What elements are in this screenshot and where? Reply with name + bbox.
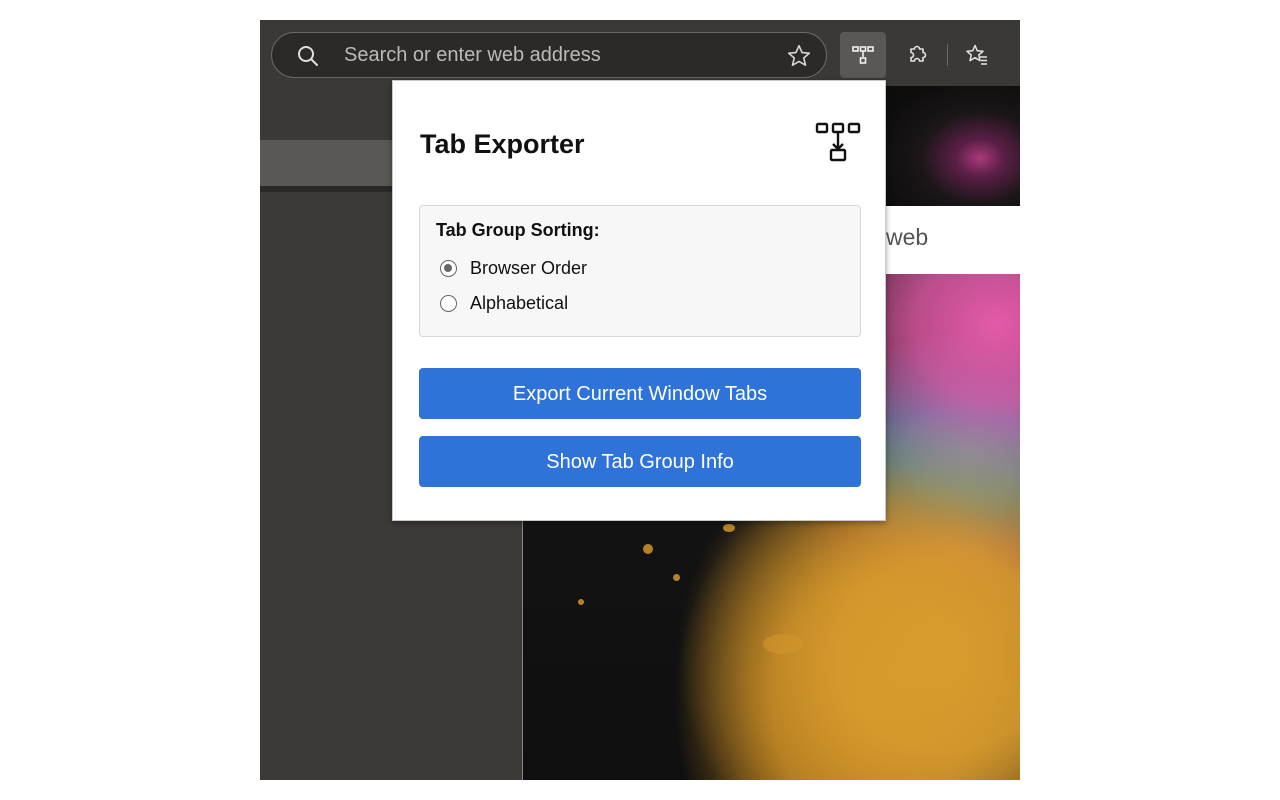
background-artwork-top xyxy=(886,86,1020,206)
address-bar[interactable]: Search or enter web address xyxy=(271,32,827,78)
dust-particle xyxy=(673,574,680,581)
tab-group-sorting-panel: Tab Group Sorting: Browser Order Alphabe… xyxy=(419,205,861,337)
export-current-window-tabs-button[interactable]: Export Current Window Tabs xyxy=(419,368,861,419)
dust-particle xyxy=(643,544,653,554)
toolbar-separator xyxy=(947,44,948,66)
popup-title: Tab Exporter xyxy=(420,129,585,159)
favorites-star-icon xyxy=(966,44,987,65)
address-bar-placeholder[interactable]: Search or enter web address xyxy=(344,33,601,77)
tab-exporter-popup: Tab Exporter Tab Group Sorting: Browser … xyxy=(392,80,886,521)
radio-label[interactable]: Alphabetical xyxy=(470,293,568,314)
browser-toolbar: Search or enter web address xyxy=(260,20,1020,86)
page-partial-text: web xyxy=(886,224,929,250)
tab-exporter-icon xyxy=(852,46,874,64)
dust-particle xyxy=(578,599,584,605)
tab-exporter-extension-button[interactable] xyxy=(840,32,886,78)
extensions-button[interactable] xyxy=(894,32,940,78)
favorites-button[interactable] xyxy=(954,32,1000,78)
radio-label[interactable]: Browser Order xyxy=(470,258,587,279)
dust-particle xyxy=(763,634,803,654)
radio-button-checked[interactable] xyxy=(440,260,457,277)
puzzle-icon xyxy=(910,45,927,62)
page-text-strip: web xyxy=(886,206,1020,274)
dust-particle xyxy=(723,524,735,532)
show-tab-group-info-button[interactable]: Show Tab Group Info xyxy=(419,436,861,487)
page-header-band xyxy=(260,140,392,186)
radio-button[interactable] xyxy=(440,295,457,312)
star-icon[interactable] xyxy=(786,43,812,69)
search-icon xyxy=(298,46,318,66)
sorting-label: Tab Group Sorting: xyxy=(436,220,600,240)
tab-exporter-logo-icon xyxy=(815,122,861,162)
